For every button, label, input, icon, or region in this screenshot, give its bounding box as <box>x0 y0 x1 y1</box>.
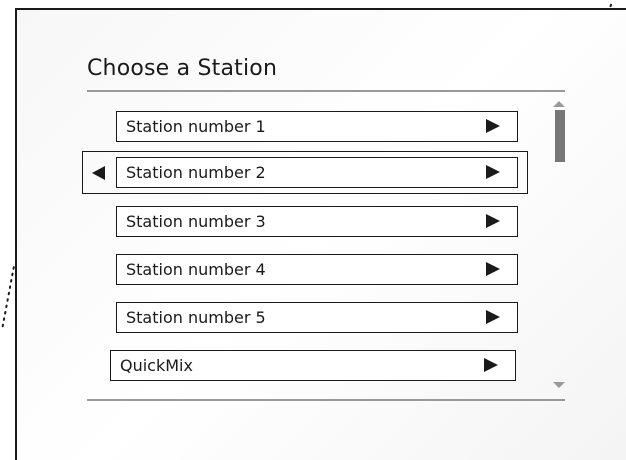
station-item-3[interactable]: Station number 3 <box>116 206 518 237</box>
station-label: Station number 5 <box>126 308 266 327</box>
scroll-down-icon[interactable] <box>553 382 565 388</box>
play-arrow-icon <box>486 165 500 179</box>
station-label: Station number 2 <box>126 163 266 182</box>
station-label: QuickMix <box>120 356 193 375</box>
bottom-divider <box>87 399 565 401</box>
play-arrow-icon <box>486 310 500 324</box>
back-arrow-icon[interactable] <box>92 166 105 180</box>
station-item-4[interactable]: Station number 4 <box>116 254 518 285</box>
station-item-quickmix[interactable]: QuickMix <box>110 350 516 381</box>
station-label: Station number 3 <box>126 212 266 231</box>
play-arrow-icon <box>484 358 498 372</box>
play-arrow-icon <box>486 214 500 228</box>
station-label: Station number 1 <box>126 117 266 136</box>
scroll-up-icon[interactable] <box>553 101 565 107</box>
page-title: Choose a Station <box>87 56 278 81</box>
top-divider <box>87 90 565 92</box>
station-item-5[interactable]: Station number 5 <box>116 302 518 333</box>
station-label: Station number 4 <box>126 260 266 279</box>
station-item-1[interactable]: Station number 1 <box>116 111 518 142</box>
play-arrow-icon <box>486 119 500 133</box>
station-item-2[interactable]: Station number 2 <box>116 157 518 188</box>
play-arrow-icon <box>486 262 500 276</box>
scrollbar-thumb[interactable] <box>555 110 565 162</box>
